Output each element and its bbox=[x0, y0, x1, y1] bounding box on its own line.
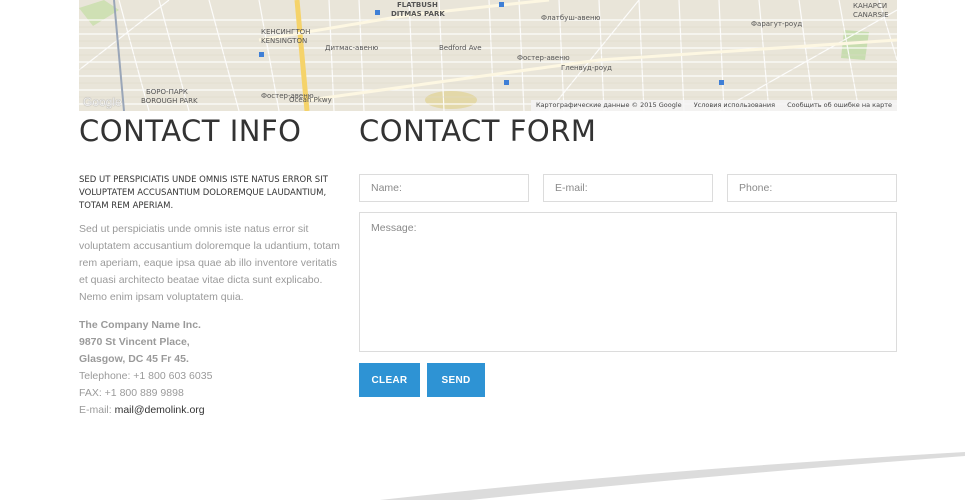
map-area-label: FLATBUSH bbox=[397, 1, 438, 9]
map-street-label: Гленвуд-роуд bbox=[561, 64, 612, 72]
map-canvas bbox=[79, 0, 897, 111]
map-area-label: DITMAS PARK bbox=[391, 10, 445, 18]
map-area-label: KENSINGTON bbox=[261, 37, 308, 45]
address-city: Glasgow, DC 45 Fr 45. bbox=[79, 353, 189, 365]
map-terms-link[interactable]: Условия использования bbox=[694, 101, 775, 109]
name-input[interactable] bbox=[359, 174, 529, 202]
clear-button[interactable]: CLEAR bbox=[359, 363, 420, 397]
email-line: E-mail: mail@demolink.org bbox=[79, 402, 341, 419]
message-textarea[interactable] bbox=[359, 212, 897, 352]
contact-info-title: CONTACT INFO bbox=[79, 114, 302, 148]
company-address: The Company Name Inc. 9870 St Vincent Pl… bbox=[79, 317, 341, 419]
map-street-label: Флатбуш-авеню bbox=[541, 14, 601, 22]
telephone: Telephone: +1 800 603 6035 bbox=[79, 370, 213, 382]
send-button[interactable]: SEND bbox=[427, 363, 485, 397]
map[interactable]: Флатбуш-авеню FLATBUSH DITMAS PARK КЕНСИ… bbox=[79, 0, 897, 111]
map-street-label: Ocean Pkwy bbox=[289, 96, 332, 104]
map-street-label: Фарагут-роуд bbox=[751, 20, 803, 28]
email-label: E-mail: bbox=[79, 404, 115, 416]
map-data-credit: Картографические данные © 2015 Google bbox=[535, 101, 682, 109]
map-area-label: CANARSIE bbox=[853, 11, 889, 19]
email-input[interactable] bbox=[543, 174, 713, 202]
footer-swoosh bbox=[380, 452, 965, 500]
map-street-label: Дитмас-авеню bbox=[325, 44, 379, 52]
email-link[interactable]: mail@demolink.org bbox=[115, 404, 205, 416]
map-area-label: КЕНСИНГТОН bbox=[261, 28, 311, 36]
fax: FAX: +1 800 889 9898 bbox=[79, 387, 184, 399]
map-area-label: BOROUGH PARK bbox=[141, 97, 198, 105]
contact-info-lead: Sed ut perspiciatis unde omnis iste natu… bbox=[79, 175, 328, 211]
contact-form-title: CONTACT FORM bbox=[359, 114, 597, 148]
contact-info-body: Sed ut perspiciatis unde omnis iste natu… bbox=[79, 223, 340, 303]
map-area-label: БОРО-ПАРК bbox=[146, 88, 188, 96]
map-area-label: КАНАРСИ bbox=[853, 2, 888, 10]
address-street: 9870 St Vincent Place, bbox=[79, 336, 190, 348]
phone-input[interactable] bbox=[727, 174, 897, 202]
map-attribution: Картографические данные © 2015 Google Ус… bbox=[530, 100, 897, 111]
map-street-label: Bedford Ave bbox=[439, 44, 482, 52]
google-logo[interactable]: Google bbox=[83, 95, 122, 109]
company-name: The Company Name Inc. bbox=[79, 319, 201, 331]
map-report-link[interactable]: Сообщить об ошибке на карте bbox=[787, 101, 892, 109]
map-street-label: Фостер-авеню bbox=[517, 54, 570, 62]
